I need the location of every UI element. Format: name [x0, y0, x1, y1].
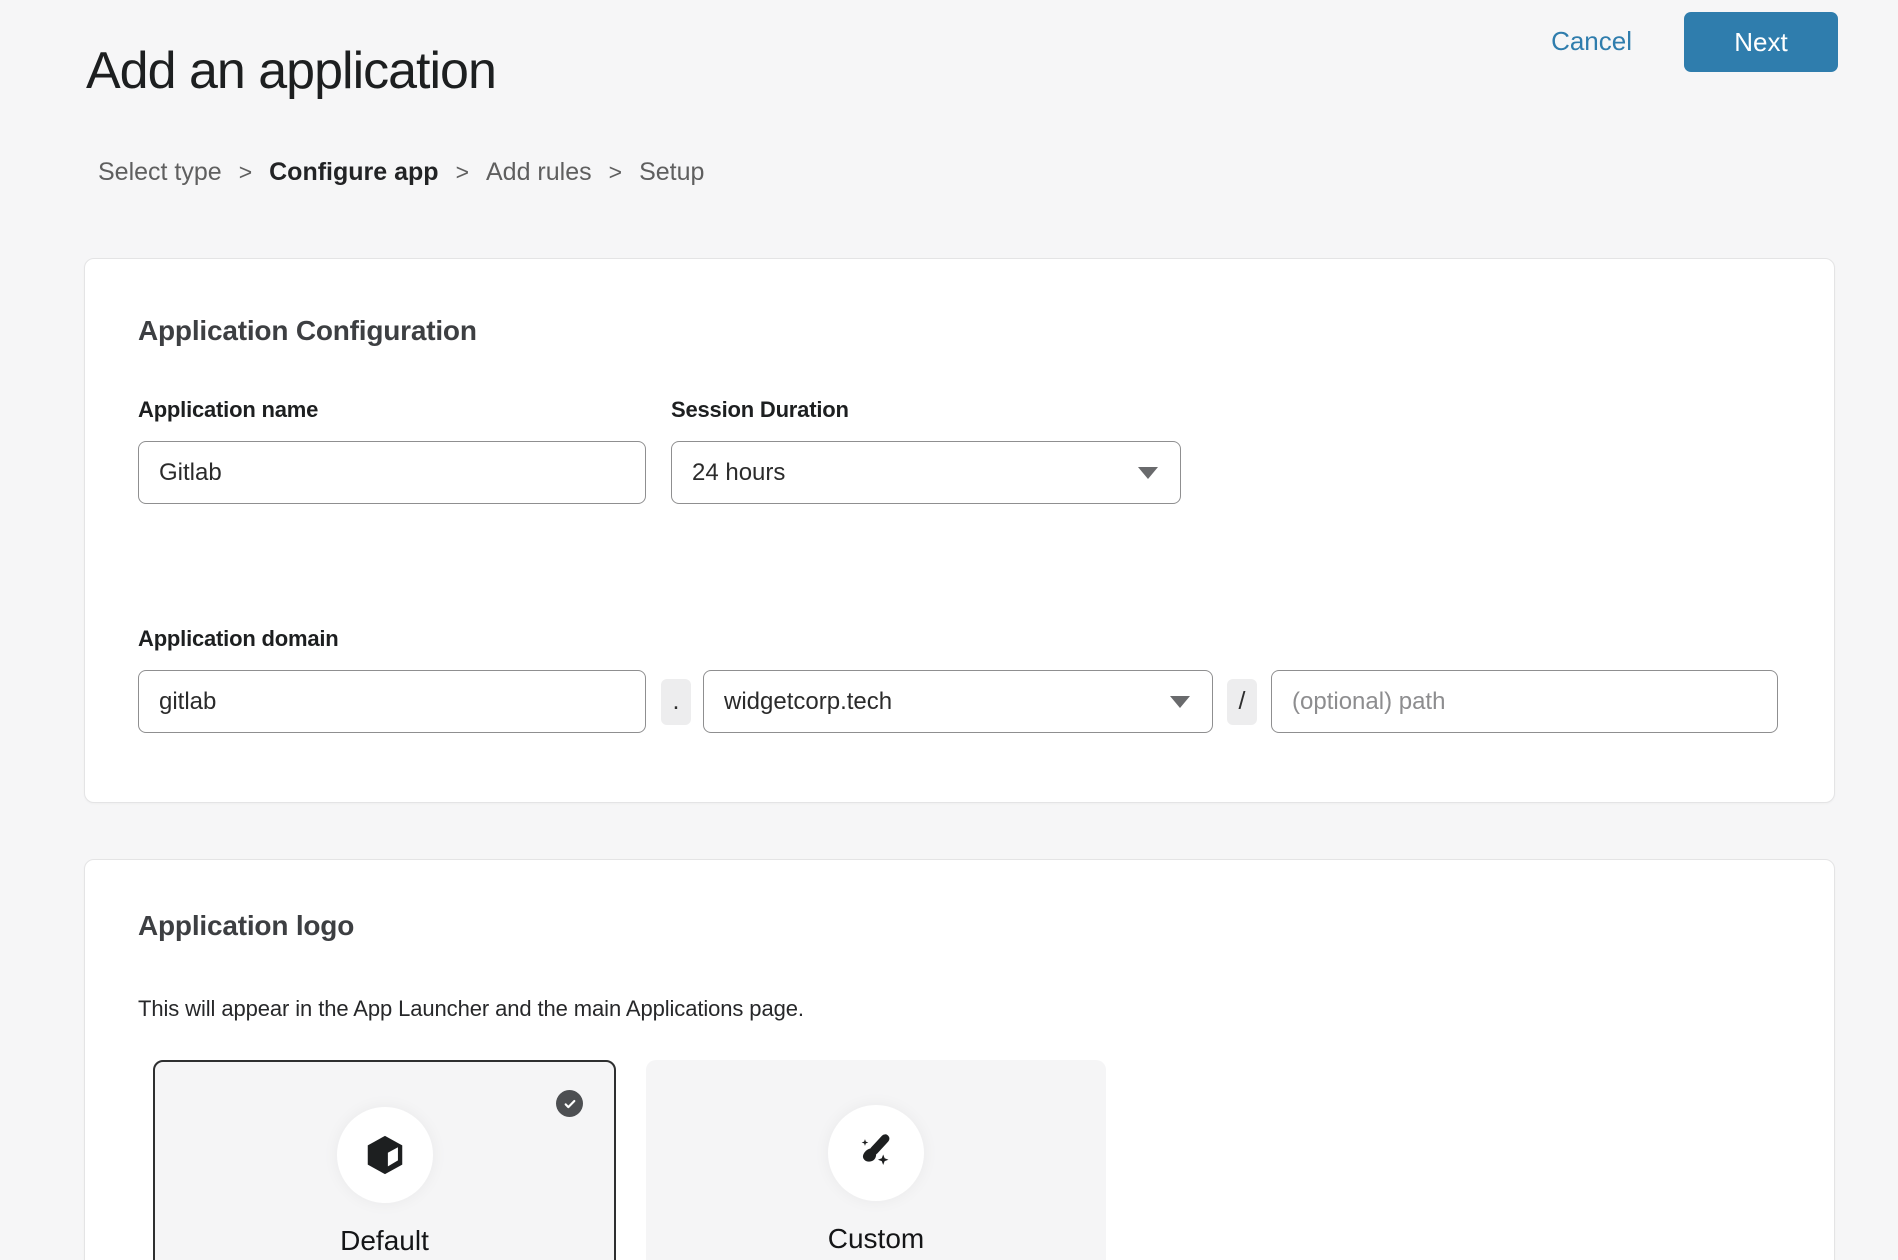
page-title: Add an application [86, 41, 496, 101]
caret-down-icon [1138, 467, 1158, 479]
logo-option-label: Custom [828, 1223, 924, 1255]
domain-value: widgetcorp.tech [724, 688, 892, 716]
session-duration-label: Session Duration [671, 397, 1181, 423]
session-duration-select[interactable]: 24 hours [671, 441, 1181, 504]
default-logo-circle [337, 1107, 433, 1203]
subdomain-input[interactable] [138, 670, 646, 733]
breadcrumb-step-configure-app[interactable]: Configure app [269, 158, 438, 187]
application-name-label: Application name [138, 397, 646, 423]
custom-logo-circle [828, 1105, 924, 1201]
check-icon [556, 1090, 583, 1117]
session-duration-value: 24 hours [692, 459, 785, 487]
application-logo-card: Application logo This will appear in the… [84, 859, 1835, 1260]
caret-down-icon [1170, 696, 1190, 708]
slash-separator: / [1227, 679, 1257, 725]
application-domain-label: Application domain [138, 626, 1781, 652]
logo-option-default[interactable]: Default [153, 1060, 616, 1260]
application-logo-heading: Application logo [138, 860, 1781, 942]
breadcrumb-separator: > [456, 159, 469, 186]
application-configuration-card: Application Configuration Application na… [84, 258, 1835, 803]
cancel-button[interactable]: Cancel [1551, 26, 1632, 57]
name-duration-row: Application name Session Duration 24 hou… [138, 397, 1781, 504]
breadcrumb-step-select-type[interactable]: Select type [98, 158, 222, 187]
cube-icon [362, 1132, 408, 1178]
add-application-page: Add an application Cancel Next Select ty… [0, 0, 1898, 1260]
application-logo-description: This will appear in the App Launcher and… [138, 996, 1781, 1022]
breadcrumb-step-setup[interactable]: Setup [639, 158, 704, 187]
breadcrumb-separator: > [239, 159, 252, 186]
logo-options: Default Custom [153, 1060, 1781, 1260]
application-domain-row: . widgetcorp.tech / [138, 670, 1781, 733]
breadcrumb: Select type > Configure app > Add rules … [98, 158, 704, 187]
logo-option-custom[interactable]: Custom [646, 1060, 1106, 1260]
breadcrumb-separator: > [609, 159, 622, 186]
path-input[interactable] [1271, 670, 1778, 733]
domain-select[interactable]: widgetcorp.tech [703, 670, 1213, 733]
application-name-input[interactable] [138, 441, 646, 504]
next-button[interactable]: Next [1684, 12, 1838, 72]
logo-option-label: Default [340, 1225, 429, 1257]
application-configuration-heading: Application Configuration [138, 259, 1781, 347]
breadcrumb-step-add-rules[interactable]: Add rules [486, 158, 592, 187]
dot-separator: . [661, 679, 691, 725]
paintbrush-icon [853, 1130, 899, 1176]
